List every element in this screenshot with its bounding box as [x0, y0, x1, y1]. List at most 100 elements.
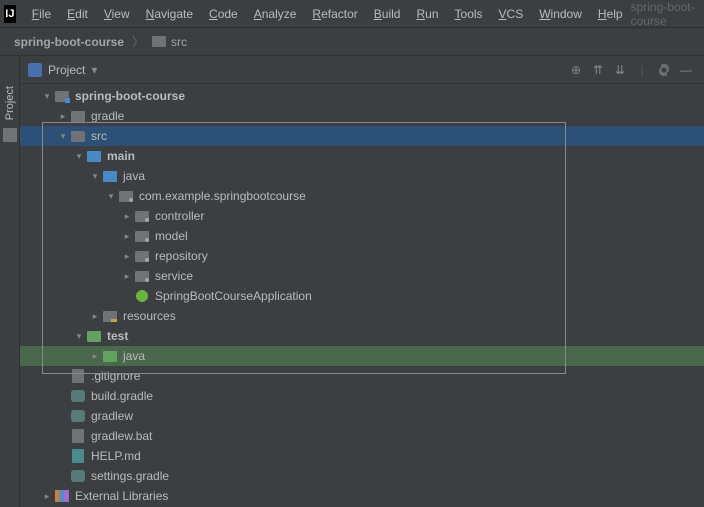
structure-tool-icon[interactable] [3, 128, 17, 142]
tree-row[interactable]: build.gradle [20, 386, 704, 406]
menu-edit[interactable]: Edit [59, 3, 96, 25]
folder-grey-icon [70, 108, 86, 124]
chevron-down-icon[interactable]: ▾ [72, 331, 86, 342]
menu-vcs[interactable]: VCS [491, 3, 532, 25]
expand-all-icon[interactable]: ⇈ [588, 60, 608, 80]
tree-row[interactable]: ▾ src [20, 126, 704, 146]
chevron-right-icon[interactable]: ▸ [120, 211, 134, 222]
elephant-icon [70, 388, 86, 404]
tree-row[interactable]: ▾ java [20, 166, 704, 186]
chevron-right-icon: 〉 [132, 33, 144, 50]
chevron-down-icon[interactable]: ▾ [72, 151, 86, 162]
tree-row[interactable]: gradlew [20, 406, 704, 426]
tree-label: External Libraries [75, 489, 168, 503]
elephant-icon [70, 408, 86, 424]
tree-row[interactable]: ▾ test [20, 326, 704, 346]
tree-row[interactable]: ▾ spring-boot-course [20, 86, 704, 106]
tree-row[interactable]: ▸repository [20, 246, 704, 266]
menu-file[interactable]: File [24, 3, 59, 25]
menu-help[interactable]: Help [590, 3, 631, 25]
menu-tools[interactable]: Tools [447, 3, 491, 25]
chevron-right-icon[interactable]: ▸ [88, 311, 102, 322]
folder-blue-icon [102, 168, 118, 184]
tree-label: gradle [91, 109, 124, 123]
breadcrumb: spring-boot-course 〉 src [0, 28, 704, 56]
breadcrumb-label: src [171, 35, 187, 49]
chevron-down-icon[interactable]: ▾ [56, 131, 70, 142]
chevron-right-icon[interactable]: ▸ [120, 271, 134, 282]
menu-navigate[interactable]: Navigate [138, 3, 201, 25]
tree-row[interactable]: HELP.md [20, 446, 704, 466]
chevron-right-icon[interactable]: ▸ [120, 251, 134, 262]
tree-label: test [107, 329, 128, 343]
tree-label: src [91, 129, 107, 143]
tree-label: java [123, 169, 145, 183]
chevron-right-icon[interactable]: ▸ [120, 231, 134, 242]
project-tool-tab[interactable]: Project [4, 86, 16, 120]
menu-code[interactable]: Code [201, 3, 246, 25]
folder-green-icon [102, 348, 118, 364]
folder-icon [152, 36, 166, 47]
chevron-right-icon[interactable]: ▸ [56, 111, 70, 122]
menubar-project-hint: spring-boot-course [631, 0, 704, 28]
chevron-right-icon[interactable]: ▸ [40, 491, 54, 502]
project-view-icon [28, 63, 42, 77]
tree-row[interactable]: ▸ gradle [20, 106, 704, 126]
tree-label: gradlew [91, 409, 133, 423]
collapse-all-icon[interactable]: ⇊ [610, 60, 630, 80]
file-icon [70, 428, 86, 444]
tree-row[interactable]: ▸ External Libraries [20, 486, 704, 506]
tree-label: .gitignore [91, 369, 140, 383]
package-icon [134, 248, 150, 264]
tree-row[interactable]: gradlew.bat [20, 426, 704, 446]
tree-label: HELP.md [91, 449, 141, 463]
spring-icon [134, 288, 150, 304]
tree-row[interactable]: .gitignore [20, 366, 704, 386]
folder-blue-icon [86, 148, 102, 164]
menu-build[interactable]: Build [366, 3, 409, 25]
menu-window[interactable]: Window [531, 3, 590, 25]
tree-row[interactable]: SpringBootCourseApplication [20, 286, 704, 306]
breadcrumb-item[interactable]: src [148, 33, 191, 51]
tree-label: spring-boot-course [75, 89, 185, 103]
tree-label: com.example.springbootcourse [139, 189, 306, 203]
tree-row[interactable]: ▾ com.example.springbootcourse [20, 186, 704, 206]
project-tree: ▾spring-boot-course▸gradle▾src▾main▾java… [20, 84, 704, 507]
menu-view[interactable]: View [96, 3, 138, 25]
package-icon [134, 208, 150, 224]
tree-label: build.gradle [91, 389, 153, 403]
tree-row[interactable]: ▸service [20, 266, 704, 286]
chevron-right-icon[interactable]: ▸ [88, 351, 102, 362]
menu-analyze[interactable]: Analyze [246, 3, 305, 25]
project-panel-title[interactable]: Project [48, 63, 85, 77]
tree-row[interactable]: ▸java [20, 346, 704, 366]
tree-row[interactable]: ▸ resources [20, 306, 704, 326]
project-panel-header: Project ▾ ⊕ ⇈ ⇊ | — [20, 56, 704, 84]
locate-icon[interactable]: ⊕ [566, 60, 586, 80]
chevron-down-icon[interactable]: ▾ [88, 171, 102, 182]
module-icon [54, 88, 70, 104]
menubar: IJ FileEditViewNavigateCodeAnalyzeRefact… [0, 0, 704, 28]
chevron-down-icon[interactable]: ▾ [104, 191, 118, 202]
folder-green-icon [86, 328, 102, 344]
dropdown-arrow-icon[interactable]: ▾ [91, 63, 97, 77]
chevron-down-icon[interactable]: ▾ [40, 91, 54, 102]
tree-row[interactable]: ▾main [20, 146, 704, 166]
tree-label: resources [123, 309, 176, 323]
folder-grey-icon [70, 128, 86, 144]
hide-icon[interactable]: — [676, 60, 696, 80]
tree-row[interactable]: ▸ model [20, 226, 704, 246]
left-tool-window-bar: Project [0, 56, 20, 507]
lib-icon [54, 488, 70, 504]
tree-row[interactable]: ▸controller [20, 206, 704, 226]
elephant-icon [70, 468, 86, 484]
md-icon [70, 448, 86, 464]
tree-row[interactable]: settings.gradle [20, 466, 704, 486]
menu-run[interactable]: Run [408, 3, 446, 25]
file-icon [70, 368, 86, 384]
gear-icon[interactable] [654, 60, 674, 80]
breadcrumb-root[interactable]: spring-boot-course [10, 33, 128, 51]
package-icon [118, 188, 134, 204]
menu-refactor[interactable]: Refactor [304, 3, 365, 25]
tree-label: model [155, 229, 188, 243]
